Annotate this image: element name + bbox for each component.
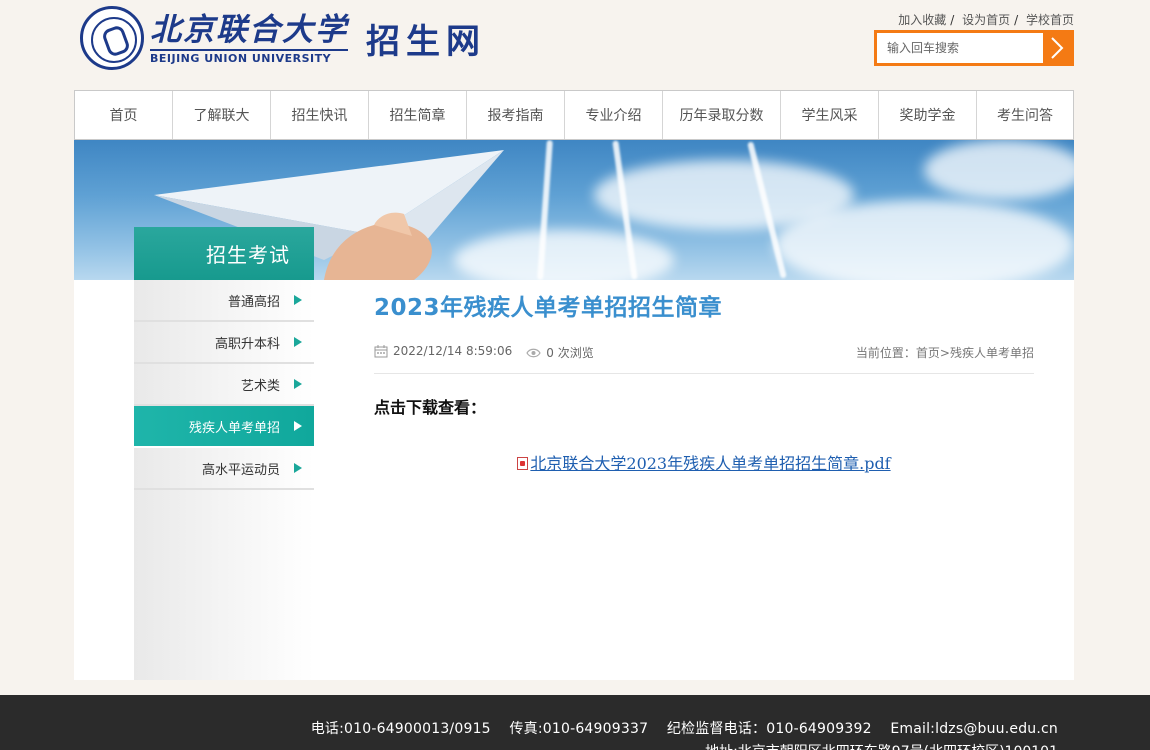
main-nav: 首页 了解联大 招生快讯 招生简章 报考指南 专业介绍 历年录取分数 学生风采 …	[74, 90, 1074, 140]
view-count: 0 次浏览	[526, 344, 594, 361]
sidebar-item-label: 艺术类	[240, 378, 280, 394]
view-count-text: 0 次浏览	[546, 346, 594, 360]
header: 北京联合大学 BEIJING UNION UNIVERSITY 招生网 加入收藏…	[74, 0, 1074, 90]
article-title: 2023年残疾人单考单招招生简章	[374, 295, 723, 321]
chevron-right-icon	[1051, 37, 1064, 59]
nav-item-brochure[interactable]: 招生简章	[369, 91, 467, 139]
nav-item-about[interactable]: 了解联大	[173, 91, 271, 139]
breadcrumb: 当前位置：首页>残疾人单考单招	[856, 344, 1034, 361]
footer: 电话:010-64900013/0915 传真:010-64909337 纪检监…	[0, 695, 1150, 750]
university-logo[interactable]: 北京联合大学 BEIJING UNION UNIVERSITY 招生网	[80, 6, 486, 70]
sidebar-item-regular[interactable]: 普通高招	[134, 280, 314, 322]
breadcrumb-separator: >	[939, 346, 950, 360]
sidebar-item-disabled-admission[interactable]: 残疾人单考单招	[134, 406, 314, 448]
logo-text: 北京联合大学 BEIJING UNION UNIVERSITY	[150, 11, 348, 65]
article-meta: 2022/12/14 8:59:06 0 次浏览 当前位置：首页>残疾人单考单招	[374, 344, 1034, 374]
sidebar-item-athletes[interactable]: 高水平运动员	[134, 448, 314, 490]
top-links: 加入收藏 / 设为首页 / 学校首页	[898, 11, 1074, 28]
footer-fax: 传真:010-64909337	[509, 721, 649, 737]
sidebar-item-label: 普通高招	[227, 294, 280, 310]
triangle-right-icon	[294, 295, 302, 305]
footer-address: 地址:北京市朝阳区北四环东路97号(北四环校区)100101	[705, 741, 1058, 750]
article: 2023年残疾人单考单招招生简章 2022/12/14 8:59:06 0 次浏…	[374, 288, 1034, 474]
footer-contact: 电话:010-64900013/0915 传真:010-64909337 纪检监…	[297, 718, 1058, 738]
nav-item-news[interactable]: 招生快讯	[271, 91, 369, 139]
article-body-text: 点击下载查看：	[374, 398, 487, 417]
logo-english-name: BEIJING UNION UNIVERSITY	[150, 49, 348, 65]
footer-email: Email:ldzs@buu.edu.cn	[890, 721, 1058, 737]
sidebar: 普通高招 高职升本科 艺术类 残疾人单考单招 高水平运动员	[134, 280, 314, 680]
pdf-download-link[interactable]: 北京联合大学2023年残疾人单考单招招生简章.pdf	[530, 454, 890, 473]
add-favorite-link[interactable]: 加入收藏	[898, 13, 946, 27]
footer-supervision-phone: 纪检监督电话：010-64909392	[666, 721, 872, 737]
university-emblem-icon	[80, 6, 144, 70]
eye-icon	[526, 348, 541, 357]
search-button[interactable]	[1043, 33, 1071, 63]
sidebar-title: 招生考试	[134, 227, 314, 280]
logo-chinese-name: 北京联合大学	[150, 12, 348, 48]
separator: /	[1014, 13, 1019, 27]
breadcrumb-prefix: 当前位置：	[855, 346, 916, 360]
sidebar-item-label: 残疾人单考单招	[188, 420, 280, 436]
footer-phone: 电话:010-64900013/0915	[310, 721, 491, 737]
triangle-right-icon	[294, 421, 302, 431]
publish-date: 2022/12/14 8:59:06	[374, 344, 512, 358]
separator: /	[950, 13, 955, 27]
nav-item-guide[interactable]: 报考指南	[467, 91, 565, 139]
nav-item-faq[interactable]: 考生问答	[977, 91, 1073, 139]
triangle-right-icon	[294, 463, 302, 473]
nav-item-home[interactable]: 首页	[75, 91, 173, 139]
nav-item-students[interactable]: 学生风采	[781, 91, 879, 139]
nav-item-scholarships[interactable]: 奖助学金	[879, 91, 977, 139]
sidebar-item-label: 高职升本科	[214, 336, 280, 352]
school-homepage-link[interactable]: 学校首页	[1026, 13, 1074, 27]
nav-item-scores[interactable]: 历年录取分数	[663, 91, 781, 139]
download-section: 北京联合大学2023年残疾人单考单招招生简章.pdf	[374, 450, 1034, 474]
set-homepage-link[interactable]: 设为首页	[962, 13, 1010, 27]
breadcrumb-home-link[interactable]: 首页	[916, 346, 940, 360]
search-box	[874, 30, 1074, 66]
breadcrumb-current-link[interactable]: 残疾人单考单招	[950, 346, 1034, 360]
nav-item-majors[interactable]: 专业介绍	[565, 91, 663, 139]
search-input[interactable]	[877, 33, 1043, 63]
pdf-icon	[517, 457, 529, 470]
site-name: 招生网	[366, 21, 486, 62]
sidebar-item-label: 高水平运动员	[201, 462, 280, 478]
sidebar-item-art[interactable]: 艺术类	[134, 364, 314, 406]
triangle-right-icon	[294, 337, 302, 347]
triangle-right-icon	[294, 379, 302, 389]
sidebar-item-vocational-upgrade[interactable]: 高职升本科	[134, 322, 314, 364]
calendar-icon	[374, 344, 388, 357]
publish-date-text: 2022/12/14 8:59:06	[393, 344, 513, 358]
